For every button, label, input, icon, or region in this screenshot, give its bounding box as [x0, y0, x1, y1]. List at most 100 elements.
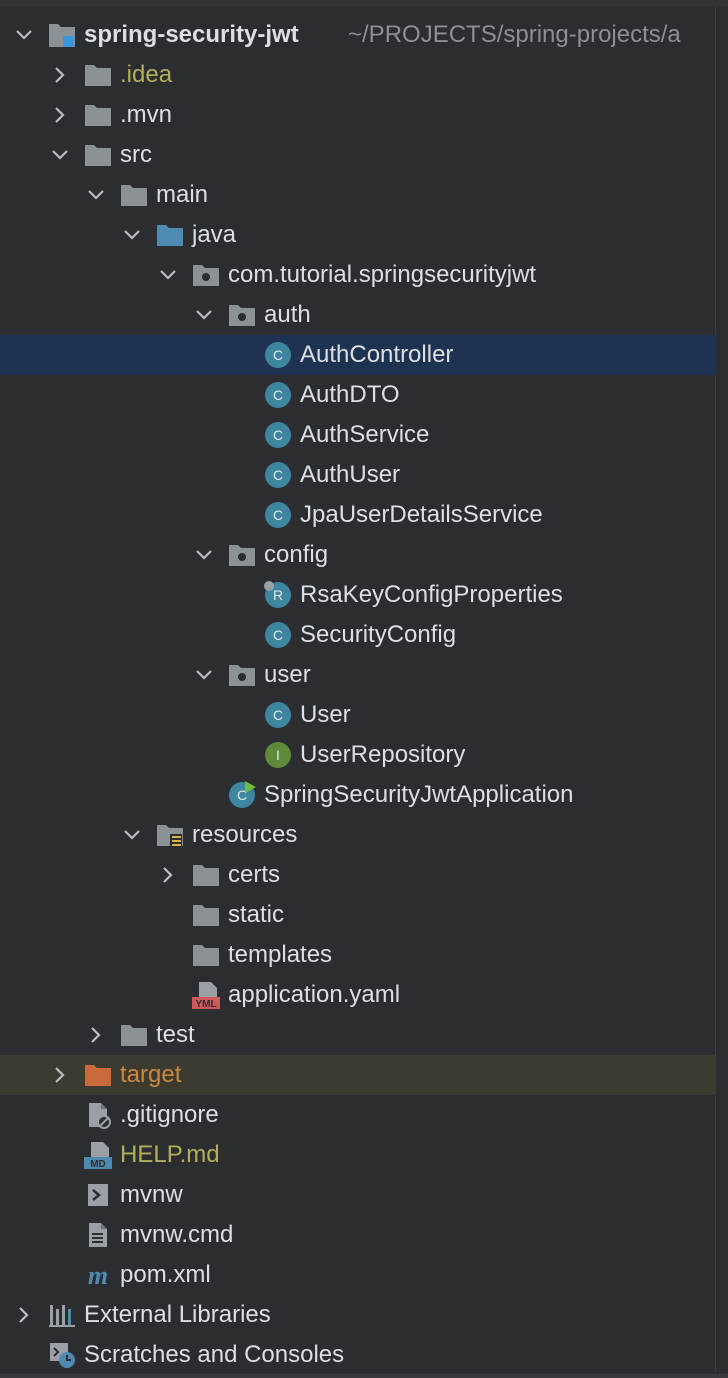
tree-row-label: static: [228, 901, 285, 928]
tree-row-label: External Libraries: [84, 1301, 271, 1328]
tree-row-label: templates: [228, 941, 333, 968]
tree-row-label: auth: [264, 301, 311, 328]
tree-row-user[interactable]: C User: [0, 695, 716, 735]
tree-row-jpauserdetailsservice[interactable]: C JpaUserDetailsService: [0, 495, 716, 535]
tree-row-label: User: [300, 701, 351, 728]
tree-row-idea[interactable]: .idea: [0, 55, 716, 95]
tree-row-auth[interactable]: auth: [0, 295, 716, 335]
folder-icon: [84, 141, 112, 169]
source-folder-icon: [156, 221, 184, 249]
tree-row-label: pom.xml: [120, 1261, 211, 1288]
spring-app-class-icon: C: [228, 781, 256, 809]
tree-row-label: com.tutorial.springsecurityjwt: [228, 261, 537, 288]
tree-row-authservice[interactable]: C AuthService: [0, 415, 716, 455]
tree-row-authcontroller[interactable]: C AuthController: [0, 335, 716, 375]
tree-row-label: AuthController: [300, 341, 454, 368]
folder-icon: [84, 101, 112, 129]
tree-row-label: resources: [192, 821, 298, 848]
class-icon: C: [264, 381, 292, 409]
tree-row-main[interactable]: main: [0, 175, 716, 215]
folder-icon: [120, 1021, 148, 1049]
tree-row-static[interactable]: static: [0, 895, 716, 935]
tree-row-help-md[interactable]: MD HELP.md: [0, 1135, 716, 1175]
tree-row-scratches-and-consoles[interactable]: Scratches and Consoles: [0, 1335, 716, 1375]
folder-icon: [120, 181, 148, 209]
chevron-down-icon[interactable]: [192, 295, 216, 335]
chevron-down-icon[interactable]: [12, 15, 36, 55]
tree-row-mvnw-cmd[interactable]: mvnw.cmd: [0, 1215, 716, 1255]
tree-row-label: AuthService: [300, 421, 430, 448]
tree-row-securityconfig[interactable]: C SecurityConfig: [0, 615, 716, 655]
chevron-right-icon[interactable]: [48, 1055, 72, 1095]
chevron-right-icon[interactable]: [48, 95, 72, 135]
tree-row-resources[interactable]: resources: [0, 815, 716, 855]
tree-row-authdto[interactable]: C AuthDTO: [0, 375, 716, 415]
folder-icon: [192, 901, 220, 929]
tree-row-test[interactable]: test: [0, 1015, 716, 1055]
tree-row-userrepository[interactable]: I UserRepository: [0, 735, 716, 775]
script-file-icon: [84, 1181, 112, 1209]
tree-row-application-yaml[interactable]: YML application.yaml: [0, 975, 716, 1015]
class-icon: C: [264, 501, 292, 529]
tree-row-certs[interactable]: certs: [0, 855, 716, 895]
tree-row-label: user: [264, 661, 311, 688]
svg-text:m: m: [88, 1261, 108, 1289]
tree-row-label: java: [192, 221, 237, 248]
scrollbar-track[interactable]: [715, 6, 728, 1372]
tree-row-user[interactable]: user: [0, 655, 716, 695]
svg-text:C: C: [273, 467, 283, 483]
resources-folder-icon: [156, 821, 184, 849]
folder-icon: [192, 861, 220, 889]
tree-row-java[interactable]: java: [0, 215, 716, 255]
chevron-down-icon[interactable]: [120, 215, 144, 255]
svg-text:I: I: [276, 747, 280, 763]
chevron-right-icon[interactable]: [12, 1295, 36, 1335]
chevron-right-icon[interactable]: [156, 855, 180, 895]
svg-text:C: C: [273, 347, 283, 363]
tree-row-label: JpaUserDetailsService: [300, 501, 543, 528]
tree-row-authuser[interactable]: C AuthUser: [0, 455, 716, 495]
class-icon: C: [264, 421, 292, 449]
chevron-right-icon[interactable]: [84, 1015, 108, 1055]
maven-icon: m: [84, 1261, 112, 1289]
tree-row-spring-security-jwt[interactable]: spring-security-jwt ~/PROJECTS/spring-pro…: [0, 15, 716, 55]
chevron-right-icon[interactable]: [48, 55, 72, 95]
scratches-icon: [48, 1341, 76, 1369]
class-icon: C: [264, 341, 292, 369]
tree-row-label: SecurityConfig: [300, 621, 457, 648]
package-icon: [192, 261, 220, 289]
tree-row-label: mvnw.cmd: [120, 1221, 234, 1248]
tree-row-label: Scratches and Consoles: [84, 1341, 345, 1368]
tree-row-label: HELP.md: [120, 1141, 220, 1168]
svg-text:C: C: [273, 387, 283, 403]
tree-row-config[interactable]: config: [0, 535, 716, 575]
tree-row-com-tutorial-springsecurityjwt[interactable]: com.tutorial.springsecurityjwt: [0, 255, 716, 295]
chevron-down-icon[interactable]: [192, 535, 216, 575]
yaml-file-icon: YML: [192, 981, 220, 1009]
tree-row-mvn[interactable]: .mvn: [0, 95, 716, 135]
svg-text:R: R: [273, 587, 283, 603]
tree-row-templates[interactable]: templates: [0, 935, 716, 975]
tree-row-label: AuthDTO: [300, 381, 400, 408]
chevron-down-icon[interactable]: [192, 655, 216, 695]
chevron-down-icon[interactable]: [120, 815, 144, 855]
interface-icon: I: [264, 741, 292, 769]
chevron-down-icon[interactable]: [84, 175, 108, 215]
svg-text:C: C: [273, 507, 283, 523]
folder-icon: [84, 61, 112, 89]
tree-row-external-libraries[interactable]: External Libraries: [0, 1295, 716, 1335]
tree-row-label: mvnw: [120, 1181, 183, 1208]
tree-row-label: .gitignore: [120, 1101, 219, 1128]
tree-row-springsecurityjwtapplication[interactable]: C SpringSecurityJwtApplication: [0, 775, 716, 815]
tree-row-pom-xml[interactable]: m pom.xml: [0, 1255, 716, 1295]
tree-row-target[interactable]: target: [0, 1055, 716, 1095]
tree-row-label: SpringSecurityJwtApplication: [264, 781, 574, 808]
svg-text:MD: MD: [90, 1159, 106, 1169]
chevron-down-icon[interactable]: [156, 255, 180, 295]
ignore-file-icon: [84, 1101, 112, 1129]
tree-row-gitignore[interactable]: .gitignore: [0, 1095, 716, 1135]
tree-row-mvnw[interactable]: mvnw: [0, 1175, 716, 1215]
tree-row-rsakeyconfigproperties[interactable]: R RsaKeyConfigProperties: [0, 575, 716, 615]
tree-row-src[interactable]: src: [0, 135, 716, 175]
chevron-down-icon[interactable]: [48, 135, 72, 175]
